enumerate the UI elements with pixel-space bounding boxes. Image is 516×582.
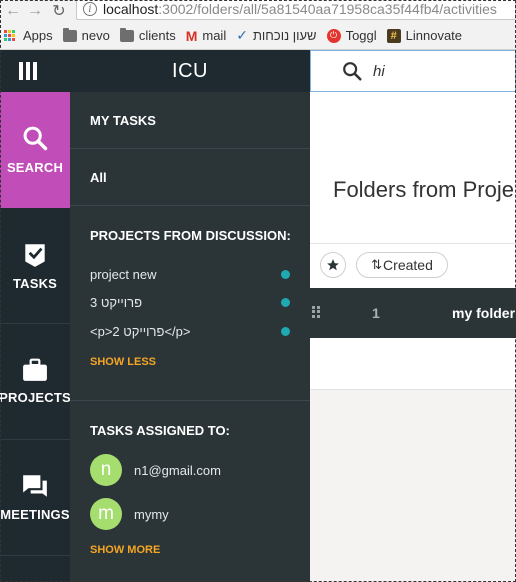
bookmarks-bar: Apps nevo clients M mail ✓ שעון נוכחות ⏻… (0, 22, 516, 50)
reload-icon[interactable]: ↻ (48, 0, 70, 22)
assigned-section: TASKS ASSIGNED TO: n n1@gmail.com m mymy… (70, 401, 310, 556)
chat-bubbles-icon (23, 475, 47, 497)
show-more-link[interactable]: SHOW MORE (90, 544, 310, 556)
main-content: hi Folders from Proje ⇅ Created 1 my fol… (310, 50, 516, 582)
bookmark-label: clients (138, 28, 176, 43)
toggl-power-icon: ⏻ (326, 28, 341, 43)
assigned-section-title: TASKS ASSIGNED TO: (90, 423, 230, 438)
row-number: 1 (372, 305, 380, 321)
url-host: localhost (103, 1, 159, 17)
folder-icon (62, 27, 77, 42)
project-item[interactable]: 3 פרוייקט (90, 288, 310, 317)
assignee-item[interactable]: m mymy (90, 492, 310, 536)
folder-icon (119, 27, 134, 42)
apps-grid-icon (4, 29, 18, 42)
bookmark-label: mail (202, 28, 227, 43)
url-path: :3002/folders/all/5a81540aa71958ca35f44f… (158, 1, 497, 17)
search-bar[interactable]: hi (310, 50, 516, 92)
folder-name: my folder (452, 305, 516, 321)
menu-columns-icon (19, 62, 37, 80)
tasks-check-icon (25, 244, 45, 267)
bookmark-label: שעון נוכחות (252, 28, 317, 43)
gmail-icon: M (185, 27, 198, 44)
project-name: project new (90, 266, 157, 282)
assignee-name: n1@gmail.com (134, 462, 221, 478)
bookmark-attendance[interactable]: ✓ שעון נוכחות (236, 27, 316, 44)
page-title: Folders from Proje (333, 177, 514, 202)
search-icon (343, 62, 362, 81)
project-status-dot (281, 269, 290, 279)
list-toolbar: ⇅ Created (310, 244, 516, 288)
bookmark-apps[interactable]: Apps (4, 28, 53, 43)
search-input[interactable]: hi (373, 63, 385, 80)
app-title: ICU (70, 50, 310, 92)
project-name: <p>2 פרוייקט</p> (90, 324, 191, 339)
bookmark-clients[interactable]: clients (119, 27, 176, 43)
project-item[interactable]: <p>2 פרוייקט</p> (90, 317, 310, 346)
avatar: n (90, 454, 122, 486)
main-nav-rail: SEARCH TASKS PROJECTS MEETINGS (0, 50, 70, 582)
all-filter[interactable]: All (70, 149, 310, 206)
rail-label: SEARCH (6, 160, 64, 175)
project-status-dot (281, 298, 290, 307)
sort-button[interactable]: ⇅ Created (356, 252, 448, 278)
assignee-name: mymy (134, 506, 169, 522)
rail-item-search[interactable]: SEARCH (0, 92, 70, 208)
slack-hash-icon: # (386, 28, 401, 43)
rail-item-tasks[interactable]: TASKS (0, 208, 70, 324)
show-less-link[interactable]: SHOW LESS (90, 356, 310, 368)
projects-section-title: PROJECTS FROM DISCUSSION: (90, 228, 291, 243)
assignee-item[interactable]: n n1@gmail.com (90, 448, 310, 492)
favorite-filter-button[interactable] (320, 252, 346, 278)
bookmark-label: nevo (81, 28, 110, 43)
back-arrow-icon[interactable]: ← (2, 0, 24, 22)
rail-label: PROJECTS (0, 390, 70, 405)
forward-arrow-icon[interactable]: → (24, 0, 46, 22)
table-row[interactable] (310, 338, 516, 390)
briefcase-icon (23, 358, 47, 381)
all-label: All (90, 169, 107, 185)
project-item[interactable]: project new (90, 260, 310, 288)
bookmark-label: Apps (23, 28, 53, 43)
my-tasks-label: MY TASKS (90, 112, 156, 128)
sort-label: Created (383, 257, 433, 273)
search-icon (23, 126, 48, 151)
rail-label: TASKS (12, 276, 58, 291)
project-status-dot (281, 327, 290, 336)
address-bar[interactable]: i localhost:3002/folders/all/5a81540aa71… (76, 0, 516, 20)
drag-handle-icon[interactable] (312, 306, 320, 318)
sort-arrows-icon: ⇅ (371, 257, 383, 272)
menu-toggle[interactable] (0, 50, 70, 92)
project-name: 3 פרוייקט (90, 295, 143, 310)
bookmark-nevo[interactable]: nevo (62, 27, 110, 43)
checkmark-icon: ✓ (236, 27, 248, 43)
bookmark-toggl[interactable]: ⏻ Toggl (326, 28, 377, 43)
rail-item-projects[interactable]: PROJECTS (0, 324, 70, 440)
page-header: Folders from Proje (310, 92, 516, 244)
bookmark-linnovate[interactable]: # Linnovate (386, 28, 463, 43)
browser-toolbar: ← → ↻ i localhost:3002/folders/all/5a815… (0, 0, 516, 22)
table-row[interactable]: 1 my folder (310, 288, 516, 338)
bookmark-label: Linnovate (405, 28, 463, 43)
rail-label: MEETINGS (0, 507, 70, 522)
star-icon (327, 259, 339, 271)
rail-item-meetings[interactable]: MEETINGS (0, 440, 70, 556)
bookmark-label: Toggl (345, 28, 377, 43)
bookmark-mail[interactable]: M mail (186, 28, 227, 44)
avatar: m (90, 498, 122, 530)
search-filter-panel: ICU MY TASKS All PROJECTS FROM DISCUSSIO… (70, 50, 310, 582)
my-tasks-filter[interactable]: MY TASKS (70, 92, 310, 149)
projects-section: PROJECTS FROM DISCUSSION: project new 3 … (70, 206, 310, 401)
site-info-icon[interactable]: i (83, 2, 97, 16)
